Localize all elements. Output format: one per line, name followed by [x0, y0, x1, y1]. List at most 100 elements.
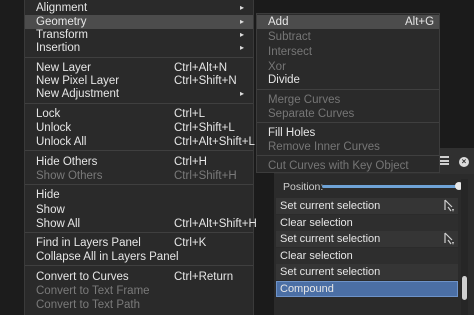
list-item[interactable]: Clear selection [276, 215, 458, 231]
pointer-cursor-icon[interactable] [443, 199, 455, 213]
layer-context-menu: Alignment ▸ Geometry ▸ Transform ▸ Insertio… [24, 0, 257, 315]
list-item-label: Compound [280, 283, 334, 295]
scrollbar-thumb[interactable] [462, 276, 467, 300]
menu-item-convert-to-text-path[interactable]: Convert to Text Path [25, 298, 253, 312]
menu-item-label: Convert to Text Frame [36, 285, 150, 297]
menu-item-label: Transform [36, 29, 88, 41]
submenu-item-xor[interactable]: Xor [257, 60, 439, 74]
menu-item-label: Merge Curves [268, 94, 341, 106]
menu-item-label: Subtract [268, 31, 311, 43]
menu-item-shortcut: Ctrl+Alt+Shift+L [174, 136, 255, 148]
menu-item-label: Separate Curves [268, 108, 355, 120]
list-item-label: Clear selection [280, 250, 353, 262]
menu-item-geometry[interactable]: Geometry ▸ [25, 15, 253, 29]
menu-item-convert-to-curves[interactable]: Convert to Curves Ctrl+Return [25, 270, 253, 284]
hamburger-menu-icon[interactable] [439, 156, 449, 165]
list-item-label: Set current selection [280, 233, 381, 245]
menu-item-shortcut: Ctrl+Shift+L [174, 122, 235, 134]
menu-item-shortcut: Ctrl+Alt+Shift+H [174, 218, 257, 230]
menu-separator [25, 150, 253, 151]
position-slider[interactable] [322, 185, 458, 188]
menu-item-hide[interactable]: Hide [25, 188, 253, 202]
layer-effects-panel: × Position: Set current selection Clear … [274, 148, 474, 315]
position-label: Position: [283, 181, 324, 193]
menu-item-unlock-all[interactable]: Unlock All Ctrl+Alt+Shift+L [25, 135, 255, 149]
submenu-item-fill-holes[interactable]: Fill Holes [257, 126, 439, 140]
menu-item-label: Unlock [36, 122, 72, 134]
menu-item-label: Hide [36, 189, 60, 201]
submenu-arrow-icon: ▸ [240, 89, 245, 98]
submenu-arrow-icon: ▸ [240, 43, 245, 52]
menu-item-shortcut: Ctrl+Return [174, 271, 234, 283]
menu-item-label: Remove Inner Curves [268, 141, 380, 153]
menu-item-label: Convert to Curves [36, 271, 129, 283]
list-item-selected[interactable]: Compound [276, 281, 458, 297]
menu-separator [257, 89, 439, 90]
menu-item-label: Xor [268, 61, 286, 73]
menu-item-label: New Layer [36, 62, 91, 74]
submenu-item-merge-curves[interactable]: Merge Curves [257, 93, 439, 107]
menu-separator [25, 57, 253, 58]
submenu-item-separate-curves[interactable]: Separate Curves [257, 107, 439, 121]
menu-item-unlock[interactable]: Unlock Ctrl+Shift+L [25, 121, 253, 135]
list-item[interactable]: Clear selection [276, 248, 458, 264]
list-item-label: Set current selection [280, 200, 381, 212]
menu-item-label: Lock [36, 108, 61, 120]
close-icon[interactable]: × [459, 157, 469, 167]
menu-item-convert-to-text-frame[interactable]: Convert to Text Frame [25, 284, 253, 298]
menu-item-label: New Adjustment [36, 88, 120, 100]
menu-item-label: Convert to Text Path [36, 299, 140, 311]
menu-item-label: Show [36, 204, 65, 216]
submenu-item-add[interactable]: Add Alt+G [257, 15, 439, 29]
menu-item-label: Show Others [36, 170, 103, 182]
menu-item-hide-others[interactable]: Hide Others Ctrl+H [25, 155, 253, 169]
list-item[interactable]: Set current selection [276, 264, 458, 280]
submenu-arrow-icon: ▸ [240, 17, 245, 26]
menu-item-shortcut: Alt+G [405, 16, 435, 28]
menu-separator [257, 155, 439, 156]
menu-item-label: Intersect [268, 46, 313, 58]
menu-item-shortcut: Ctrl+L [174, 108, 205, 120]
pointer-cursor-icon[interactable] [443, 232, 455, 246]
list-item-label: Clear selection [280, 217, 353, 229]
menu-item-lock[interactable]: Lock Ctrl+L [25, 107, 253, 121]
menu-item-label: New Pixel Layer [36, 75, 120, 87]
menu-item-shortcut: Ctrl+H [174, 156, 207, 168]
list-item[interactable]: Set current selection [276, 198, 458, 214]
submenu-item-cut-curves-with-key-object[interactable]: Cut Curves with Key Object [257, 159, 439, 173]
menu-item-find-in-layers-panel[interactable]: Find in Layers Panel Ctrl+K [25, 236, 253, 250]
menu-item-show-others[interactable]: Show Others Ctrl+Shift+H [25, 169, 253, 183]
menu-separator [25, 265, 253, 266]
submenu-item-subtract[interactable]: Subtract [257, 30, 439, 44]
menu-item-label: Insertion [36, 42, 81, 54]
menu-item-label: Add [268, 16, 289, 28]
menu-item-shortcut: Ctrl+Shift+H [174, 170, 237, 182]
menu-item-alignment[interactable]: Alignment ▸ [25, 1, 253, 15]
menu-item-show-all[interactable]: Show All Ctrl+Alt+Shift+H [25, 217, 257, 231]
menu-item-label: Hide Others [36, 156, 98, 168]
menu-item-show[interactable]: Show [25, 203, 253, 217]
menu-item-label: Collapse All in Layers Panel [36, 251, 179, 263]
submenu-item-intersect[interactable]: Intersect [257, 45, 439, 59]
menu-item-transform[interactable]: Transform ▸ [25, 28, 253, 42]
menu-item-shortcut: Ctrl+K [174, 237, 207, 249]
menu-item-collapse-all[interactable]: Collapse All in Layers Panel [25, 250, 253, 264]
submenu-item-divide[interactable]: Divide [257, 73, 439, 87]
left-edge-strip [0, 0, 24, 315]
menu-item-label: Find in Layers Panel [36, 237, 141, 249]
menu-separator [257, 122, 439, 123]
menu-item-new-layer[interactable]: New Layer Ctrl+Alt+N [25, 61, 253, 75]
geometry-submenu: Add Alt+G Subtract Intersect Xor Divide M… [256, 13, 440, 173]
list-item[interactable]: Set current selection [276, 231, 458, 247]
menu-separator [25, 232, 253, 233]
menu-item-label: Cut Curves with Key Object [268, 160, 409, 172]
menu-item-insertion[interactable]: Insertion ▸ [25, 41, 253, 55]
menu-item-shortcut: Ctrl+Shift+N [174, 75, 237, 87]
submenu-arrow-icon: ▸ [240, 30, 245, 39]
submenu-arrow-icon: ▸ [240, 3, 245, 12]
menu-item-label: Geometry [36, 16, 87, 28]
menu-item-new-adjustment[interactable]: New Adjustment ▸ [25, 87, 253, 101]
menu-item-new-pixel-layer[interactable]: New Pixel Layer Ctrl+Shift+N [25, 74, 253, 88]
menu-item-shortcut: Ctrl+Alt+N [174, 62, 228, 74]
submenu-item-remove-inner-curves[interactable]: Remove Inner Curves [257, 140, 439, 154]
